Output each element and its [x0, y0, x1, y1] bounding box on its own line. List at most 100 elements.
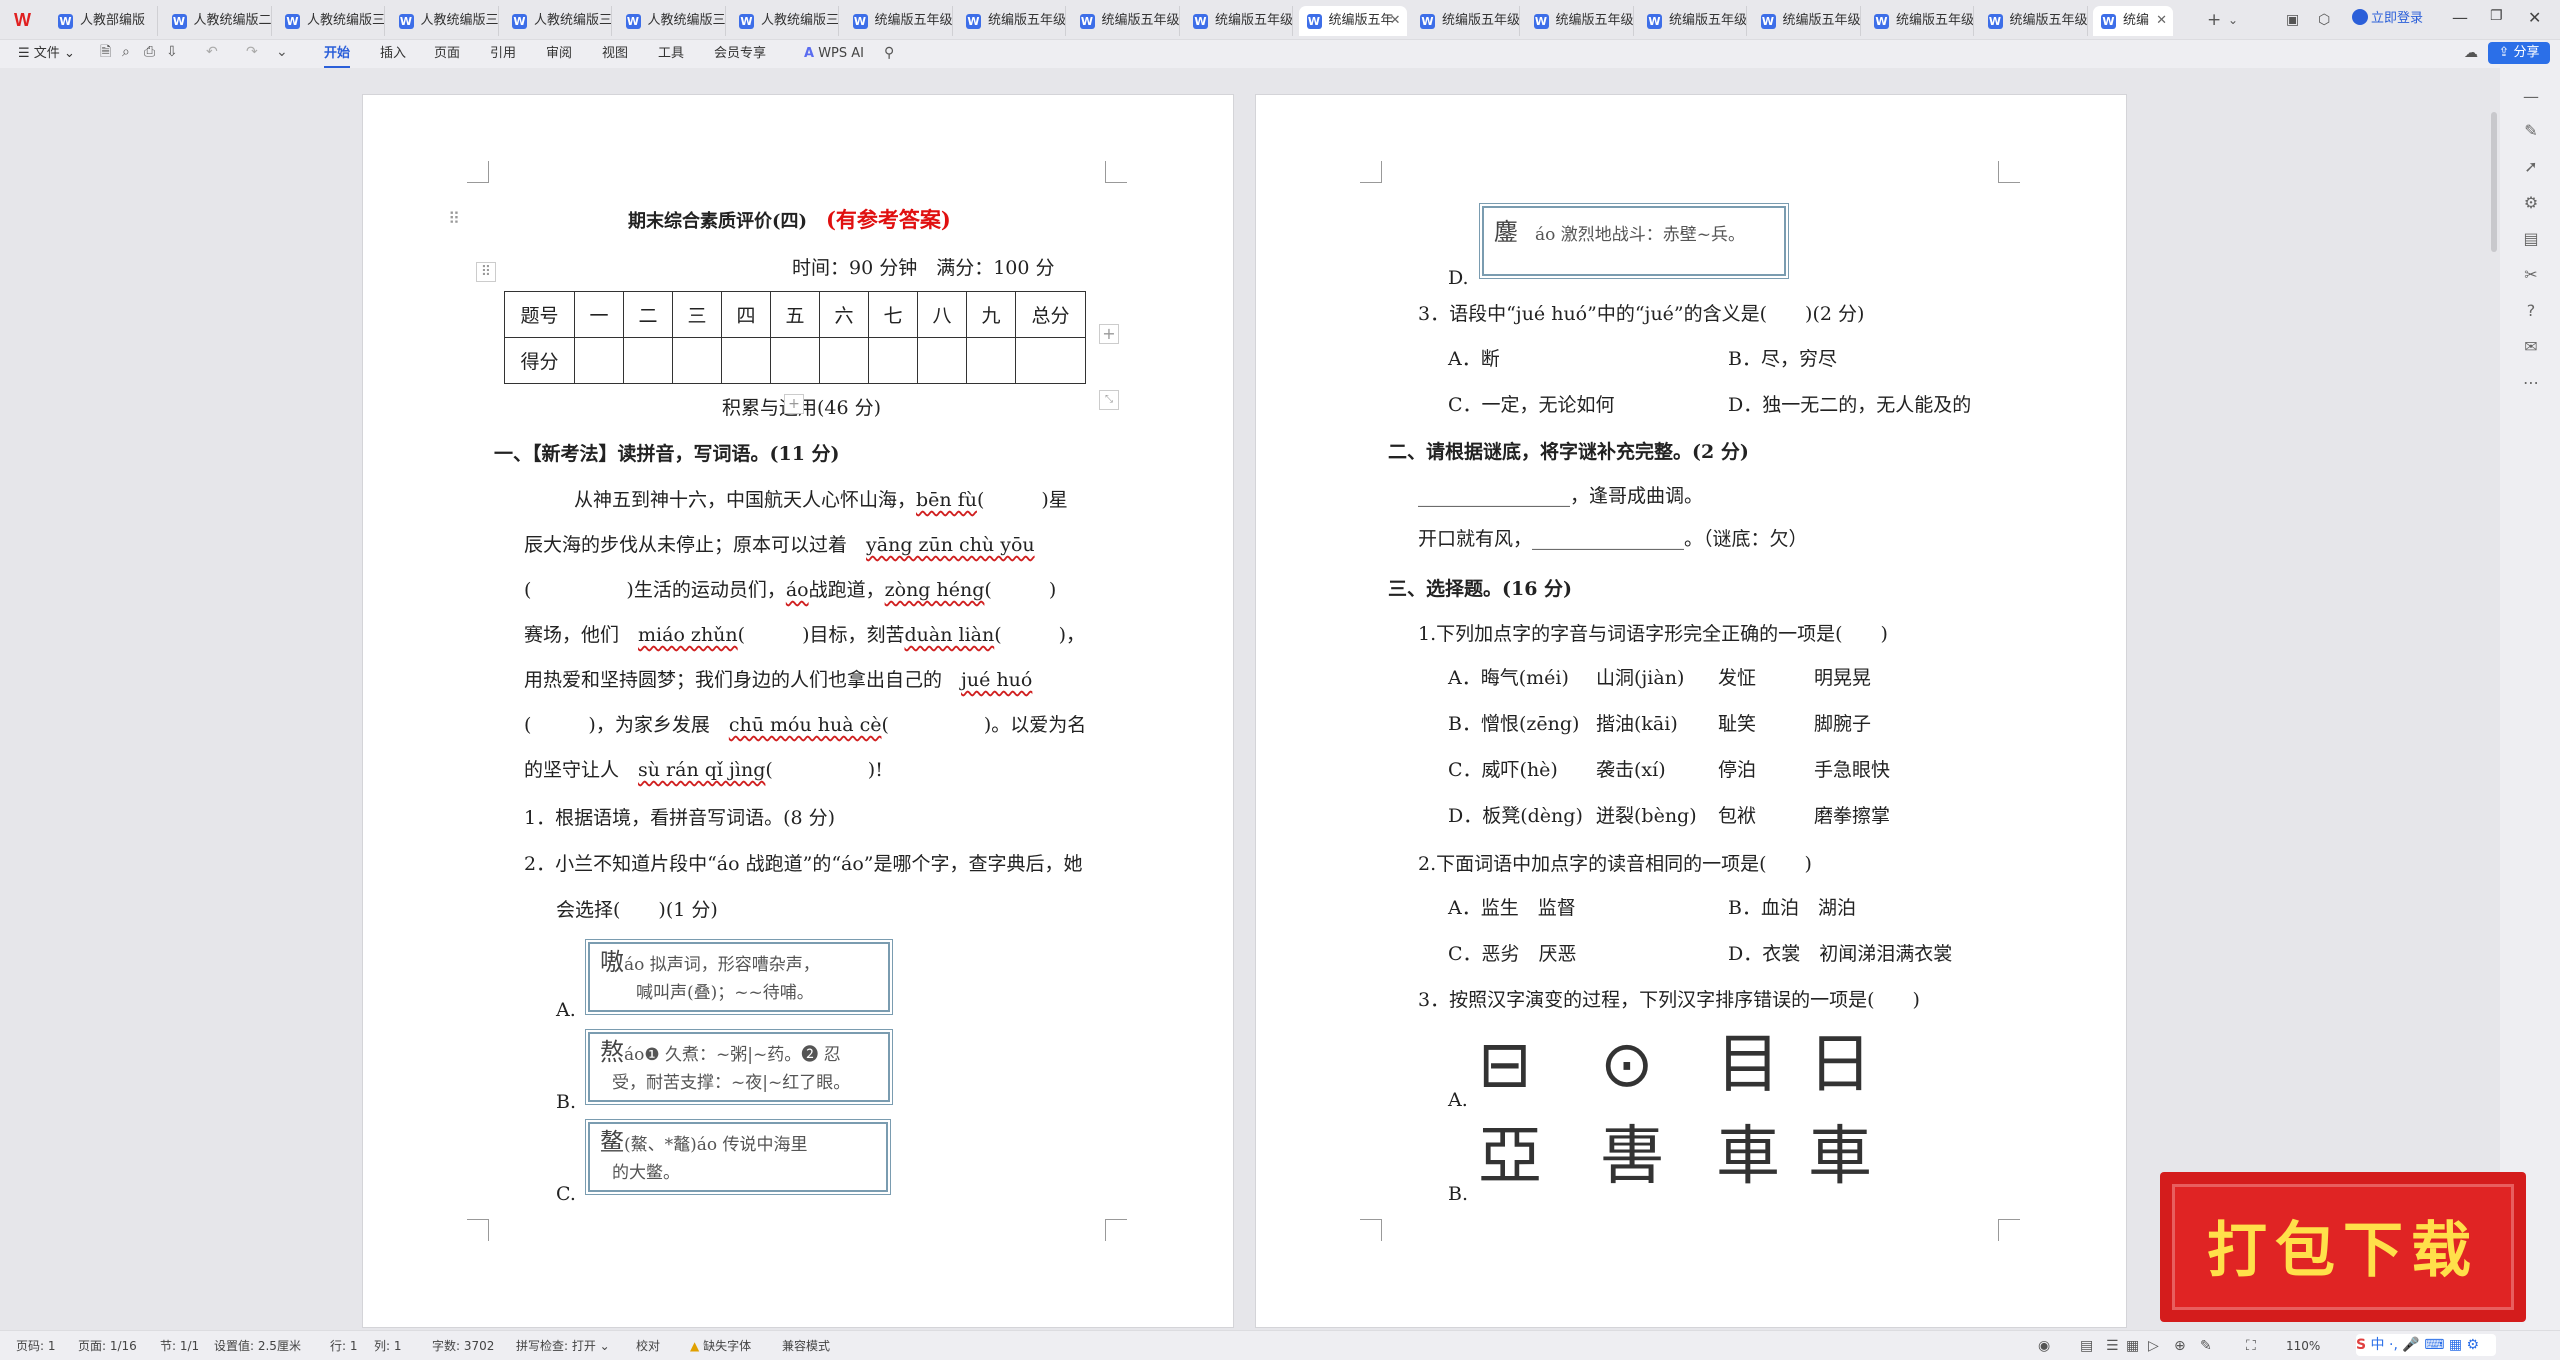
close-window-icon[interactable]: ✕ [2528, 8, 2541, 27]
score-cell[interactable] [819, 337, 869, 384]
web-view-icon[interactable]: ⊕ [2174, 1338, 2186, 1354]
document-tab[interactable]: W 统编版五年级 [1980, 6, 2088, 36]
choice-1-option[interactable]: D．板凳(dèng) [1448, 804, 1583, 828]
document-tab[interactable]: W 人教统编版三 [391, 6, 499, 36]
search-icon[interactable]: ⚲ [884, 45, 900, 61]
option-d-label[interactable]: D. [1448, 266, 1469, 290]
document-tab[interactable]: W 统编 ✕ [2093, 6, 2173, 36]
menu-item[interactable]: 页面 [434, 45, 460, 63]
document-tab[interactable]: W 统编版五年级 [1072, 6, 1180, 36]
play-icon[interactable]: ▷ [2148, 1338, 2159, 1354]
help-icon[interactable]: ? [2522, 302, 2540, 320]
minimize-icon[interactable]: — [2452, 8, 2468, 27]
menu-item[interactable]: 会员专享 [714, 45, 766, 63]
print-icon[interactable]: ⎙ [144, 44, 160, 60]
pen-icon[interactable]: ✎ [2522, 122, 2540, 140]
redo-icon[interactable]: ↷ [246, 44, 262, 60]
vertical-scrollbar[interactable] [2490, 70, 2498, 1326]
answer-blank[interactable]: ( ) [984, 579, 1056, 601]
tab-dropdown-icon[interactable]: ⌄ [2228, 10, 2238, 30]
choice-3-option-a[interactable]: A. [1448, 1088, 1468, 1112]
table-add-row-icon[interactable]: + [784, 394, 804, 414]
choice-2-option[interactable]: D．衣裳 初闻涕泪满衣裳 [1728, 942, 1952, 966]
q3-option-d[interactable]: D．独一无二的，无人能及的 [1728, 393, 1971, 417]
cube-icon[interactable]: ⬡ [2318, 10, 2330, 30]
cloud-icon[interactable]: ☁ [2464, 45, 2480, 61]
table-add-column-icon[interactable]: + [1099, 324, 1119, 344]
document-tab[interactable]: W 统编版五年 ✕ [1298, 6, 1407, 36]
more-icon[interactable]: ⋯ [2522, 374, 2540, 392]
option-a-label[interactable]: A. [556, 998, 576, 1022]
login-button[interactable]: 立即登录 [2352, 9, 2423, 29]
option-b-label[interactable]: B. [556, 1090, 576, 1114]
status-proof[interactable]: 校对 [636, 1339, 660, 1353]
paragraph-drag-handle-icon[interactable]: ⠿ [444, 210, 464, 230]
choice-1-option[interactable]: A．晦气(méi) [1448, 666, 1569, 690]
option-c-label[interactable]: C. [556, 1182, 576, 1206]
q3-option-b[interactable]: B．尽，穷尽 [1728, 347, 1837, 371]
collapse-icon[interactable]: — [2522, 88, 2540, 106]
download-banner[interactable]: 打包下载 [2160, 1172, 2526, 1322]
close-tab-icon[interactable]: ✕ [1390, 6, 1401, 36]
score-cell[interactable] [770, 337, 820, 384]
document-tab[interactable]: W 统编版五年级 [1866, 6, 1974, 36]
restore-icon[interactable]: ❐ [2490, 8, 2503, 24]
adjust-icon[interactable]: ⚙ [2522, 194, 2540, 212]
score-cell[interactable] [721, 337, 771, 384]
comment-icon[interactable]: ✉ [2522, 338, 2540, 356]
tools-icon[interactable]: ✂ [2522, 266, 2540, 284]
wps-ai-button[interactable]: A WPS AI [804, 45, 864, 63]
choice-2-option[interactable]: B．血泊 湖泊 [1728, 896, 1856, 920]
status-missing-font[interactable]: ▲ 缺失字体 [690, 1339, 751, 1353]
menu-item[interactable]: 工具 [658, 45, 684, 63]
document-tab[interactable]: W 人教部编版 [50, 6, 158, 36]
save-icon[interactable]: 🗎 [100, 44, 116, 60]
eye-protection-icon[interactable]: ◉ [2038, 1338, 2050, 1354]
input-method-toolbar[interactable]: S 中 ·, 🎤 ⌨ ▦ ⚙ [2356, 1334, 2496, 1356]
fit-page-icon[interactable]: ⛶ [2246, 1338, 2256, 1354]
zoom-level[interactable]: 110% [2286, 1339, 2320, 1353]
choice-1-option[interactable]: C．威吓(hè) [1448, 758, 1558, 782]
menu-item[interactable]: 插入 [380, 45, 406, 63]
document-tab[interactable]: W 人教统编版三 [504, 6, 612, 36]
document-tab[interactable]: W 统编版五年级 [958, 6, 1066, 36]
page-view-icon[interactable]: ▤ [2080, 1338, 2093, 1354]
read-view-icon[interactable]: ▦ [2126, 1338, 2139, 1354]
outline-view-icon[interactable]: ☰ [2106, 1338, 2119, 1354]
score-cell[interactable] [1015, 337, 1086, 384]
q3-option-a[interactable]: A．断 [1448, 347, 1500, 371]
document-tab[interactable]: W 统编版五年级 [1639, 6, 1747, 36]
menu-file[interactable]: ☰ 文件 ⌄ [18, 45, 75, 63]
image-edit-icon[interactable]: ▤ [2522, 230, 2540, 248]
document-tab[interactable]: W 人教统编版二 [164, 6, 272, 36]
score-cell[interactable] [574, 337, 624, 384]
q3-option-c[interactable]: C．一定，无论如何 [1448, 393, 1615, 417]
write-icon[interactable]: ✎ [2200, 1338, 2212, 1354]
quick-access-dropdown-icon[interactable]: ⌄ [276, 44, 292, 60]
export-icon[interactable]: ⇩ [166, 44, 182, 60]
score-cell[interactable] [868, 337, 918, 384]
document-tab[interactable]: W 统编版五年级 [1412, 6, 1520, 36]
document-tab[interactable]: W 人教统编版三 [277, 6, 385, 36]
menu-item[interactable]: 视图 [602, 45, 628, 63]
answer-blank[interactable]: ( )星 [977, 489, 1068, 511]
document-tab[interactable]: W 人教统编版三 [618, 6, 726, 36]
score-cell[interactable] [623, 337, 673, 384]
status-spellcheck[interactable]: 拼写检查: 打开 ⌄ [516, 1339, 610, 1353]
document-page-2[interactable] [1255, 94, 2127, 1328]
choice-3-option-b[interactable]: B. [1448, 1182, 1468, 1206]
close-tab-icon[interactable]: ✕ [2156, 6, 2167, 36]
choice-1-option[interactable]: B．憎恨(zēng) [1448, 712, 1579, 736]
undo-icon[interactable]: ↶ [206, 44, 222, 60]
answer-blank[interactable]: ( )。以爱为名 [881, 714, 1086, 736]
menu-item[interactable]: 审阅 [546, 45, 572, 63]
new-tab-icon[interactable]: + [2207, 10, 2221, 30]
menu-item[interactable]: 引用 [490, 45, 516, 63]
wps-logo-icon[interactable]: W [14, 10, 36, 30]
status-setting[interactable]: 设置值: 2.5厘米 [214, 1339, 301, 1353]
document-tab[interactable]: W 统编版五年级 [845, 6, 953, 36]
score-cell[interactable] [917, 337, 967, 384]
table-move-handle-icon[interactable]: ⠿ [476, 262, 496, 282]
menu-item[interactable]: 开始 [324, 45, 351, 68]
document-tab[interactable]: W 统编版五年级 [1185, 6, 1293, 36]
